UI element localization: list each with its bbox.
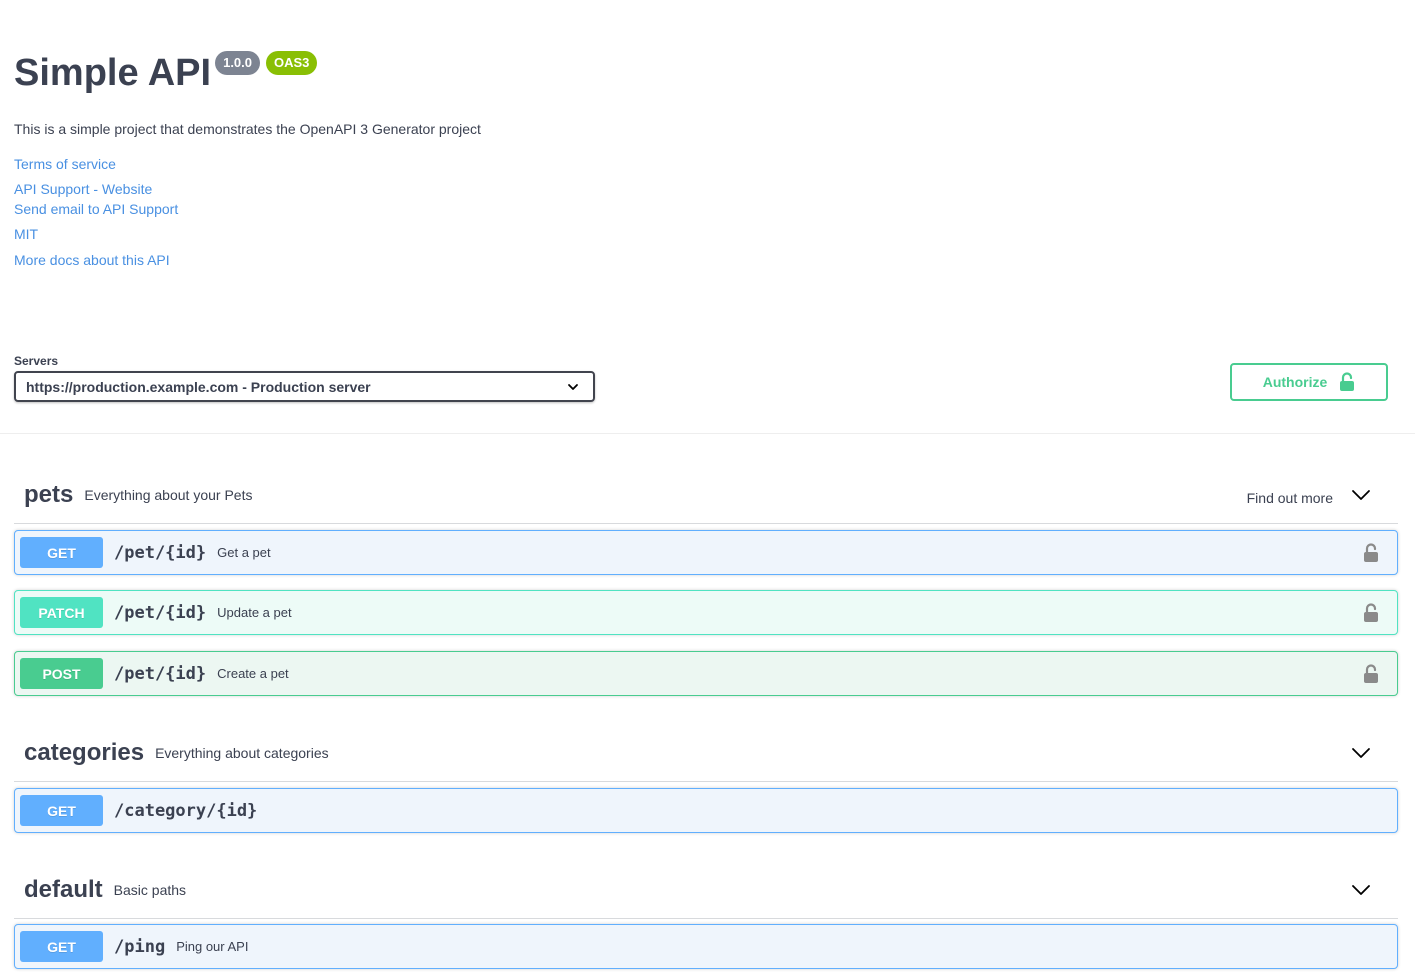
support-website-link[interactable]: API Support - Website	[14, 181, 152, 197]
unlocked-icon	[1340, 372, 1355, 391]
method-badge: POST	[20, 658, 103, 689]
operation-patch-pet[interactable]: PATCH /pet/{id} Update a pet	[14, 590, 1398, 635]
chevron-down-icon	[568, 383, 578, 390]
operation-path: /category/{id}	[114, 800, 258, 821]
method-badge: GET	[20, 537, 103, 568]
chevron-down-icon[interactable]	[1351, 743, 1371, 763]
version-badge: 1.0.0	[215, 51, 261, 75]
api-description: This is a simple project that demonstrat…	[14, 121, 481, 137]
tag-name: default	[24, 876, 103, 903]
oas-badge: OAS3	[266, 51, 318, 75]
tag-description: Everything about categories	[155, 745, 329, 761]
method-badge: GET	[20, 931, 103, 962]
tag-header-pets[interactable]: pets Everything about your Pets Find out…	[14, 467, 1398, 524]
operation-summary: Update a pet	[217, 605, 292, 620]
operation-get-category[interactable]: GET /category/{id}	[14, 788, 1398, 833]
operation-get-pet[interactable]: GET /pet/{id} Get a pet	[14, 530, 1398, 575]
find-out-more-link[interactable]: Find out more	[1247, 490, 1333, 506]
license-link[interactable]: MIT	[14, 226, 38, 242]
terms-of-service-link[interactable]: Terms of service	[14, 156, 116, 172]
method-badge: GET	[20, 795, 103, 826]
tag-header-default[interactable]: default Basic paths	[14, 862, 1398, 919]
chevron-down-icon[interactable]	[1351, 880, 1371, 900]
tag-name: categories	[24, 739, 145, 766]
operation-path: /pet/{id}	[114, 663, 207, 684]
servers-label: Servers	[14, 354, 59, 368]
lock-icon[interactable]	[1363, 542, 1379, 563]
support-email-link[interactable]: Send email to API Support	[14, 201, 178, 217]
operation-get-ping[interactable]: GET /ping Ping our API	[14, 924, 1398, 969]
operation-summary: Ping our API	[176, 939, 249, 954]
operation-summary: Create a pet	[217, 666, 289, 681]
tag-name: pets	[24, 481, 74, 508]
scheme-divider	[0, 433, 1415, 434]
lock-icon[interactable]	[1363, 602, 1379, 623]
page-title: Simple API	[14, 52, 212, 94]
operation-post-pet[interactable]: POST /pet/{id} Create a pet	[14, 651, 1398, 696]
tag-description: Everything about your Pets	[84, 487, 253, 503]
tag-description: Basic paths	[113, 882, 187, 898]
title-row: Simple API 1.0.0 OAS3	[14, 50, 318, 96]
operation-path: /ping	[114, 936, 166, 957]
tag-header-categories[interactable]: categories Everything about categories	[14, 725, 1398, 782]
server-select[interactable]: https://production.example.com - Product…	[14, 371, 595, 402]
chevron-down-icon[interactable]	[1351, 485, 1371, 505]
authorize-button[interactable]: Authorize	[1230, 363, 1388, 401]
authorize-label: Authorize	[1262, 374, 1328, 390]
lock-icon[interactable]	[1363, 663, 1379, 684]
operation-summary: Get a pet	[217, 545, 271, 560]
operation-path: /pet/{id}	[114, 542, 207, 563]
external-docs-link[interactable]: More docs about this API	[14, 252, 170, 268]
server-select-value: https://production.example.com - Product…	[26, 378, 371, 395]
method-badge: PATCH	[20, 597, 103, 628]
operation-path: /pet/{id}	[114, 602, 207, 623]
